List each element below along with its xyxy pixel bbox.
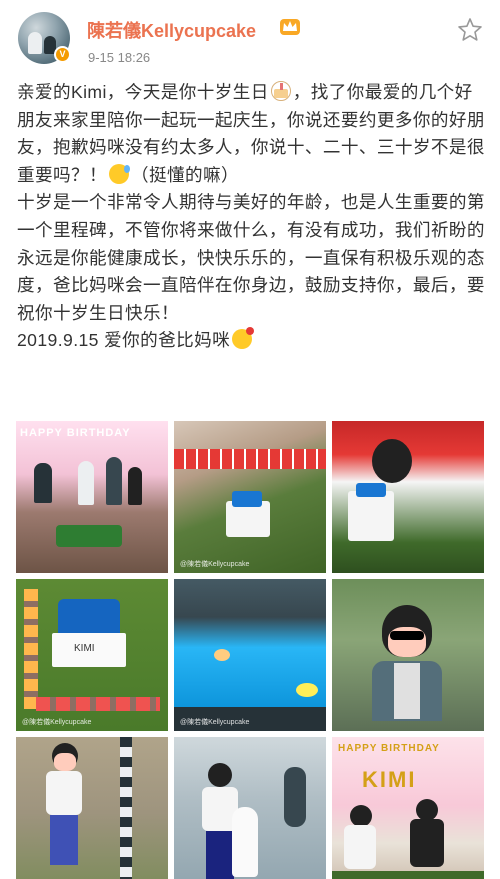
banner-text: HAPPY BIRTHDAY [338,743,440,754]
post-timestamp: 9-15 18:26 [88,50,151,65]
vip-badge-icon: V [54,46,71,63]
username[interactable]: 陳若儀Kellycupcake [87,17,256,43]
sweat-smile-emoji-icon [108,163,130,184]
party-kids-photo[interactable]: HAPPY BIRTHDAY [16,421,168,573]
cake-label: KIMI [74,643,95,654]
photo-watermark: @陳若儀Kellycupcake [180,561,250,568]
cake-table-photo[interactable]: @陳若儀Kellycupcake [174,421,326,573]
pool-photo[interactable]: @陳若儀Kellycupcake [174,579,326,731]
photo-watermark: @陳若儀Kellycupcake [22,719,92,726]
kid-banner-photo[interactable]: HAPPY BIRTHDAY KIMI [332,737,484,879]
cake-closeup-photo[interactable]: KIMI @陳若儀Kellycupcake [16,579,168,731]
post-paragraph-3: 2019.9.15 爱你的爸比妈咪 [17,327,487,355]
photo-watermark: @陳若儀Kellycupcake [180,719,250,726]
kid-sunglasses-photo[interactable] [332,579,484,731]
kid-walking-photo[interactable] [16,737,168,879]
post-paragraph-1: 亲爱的Kimi，今天是你十岁生日 ，找了你最爱的几个好朋友来家里陪你一起玩一起庆生… [17,79,487,189]
banner-text: HAPPY BIRTHDAY [20,427,131,439]
photo-grid: HAPPY BIRTHDAY @陳若儀Kellycupcake KIMI @陳若… [16,421,484,879]
post-paragraph-2: 十岁是一个非常令人期待与美好的年龄，也是人生重要的第一个里程碑，不管你将来做什么… [17,189,487,327]
post-line: 2019.9.15 爱你的爸比妈咪 [17,330,231,351]
post-body: 亲爱的Kimi，今天是你十岁生日 ，找了你最爱的几个好朋友来家里陪你一起玩一起庆生… [17,79,487,355]
birthday-cake-emoji-icon [270,81,291,101]
smiling-hearts-emoji-icon [232,327,255,350]
banner-name: KIMI [362,767,417,792]
post-line: 亲爱的Kimi，今天是你十岁生日 [17,82,269,102]
post-header: V 陳若儀Kellycupcake 9-15 18:26 [0,0,500,78]
crown-badge-icon [280,19,300,35]
star-outline-icon[interactable] [456,16,484,44]
kid-with-cake-photo[interactable] [332,421,484,573]
post-line: 十岁是一个非常令人期待与美好的年龄，也是人生重要的第一个里程碑，不管你将来做什么… [17,192,485,323]
kid-with-alpaca-photo[interactable] [174,737,326,879]
post-line: （挺懂的嘛） [130,164,239,185]
